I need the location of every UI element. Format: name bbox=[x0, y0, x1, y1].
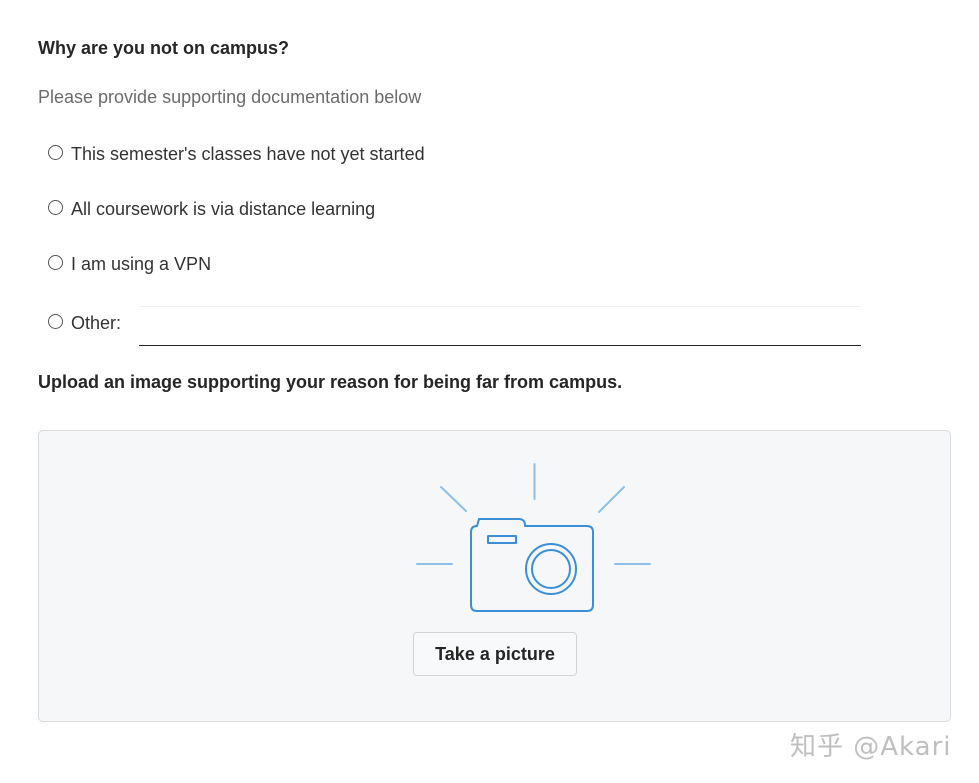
radio-button[interactable] bbox=[48, 313, 63, 329]
take-picture-button[interactable]: Take a picture bbox=[413, 632, 577, 676]
upload-title: Upload an image supporting your reason f… bbox=[38, 372, 623, 392]
radio-button[interactable] bbox=[48, 144, 63, 160]
option-label: I am using a VPN bbox=[71, 253, 212, 274]
option-other[interactable]: Other: bbox=[48, 311, 121, 335]
option-label: All coursework is via distance learning bbox=[71, 198, 376, 219]
question-title: Why are you not on campus? bbox=[38, 38, 290, 58]
radio-button[interactable] bbox=[48, 254, 63, 270]
option-classes-not-started[interactable]: This semester's classes have not yet sta… bbox=[48, 142, 425, 166]
image-upload-dropzone[interactable]: Take a picture bbox=[38, 430, 951, 722]
option-distance-learning[interactable]: All coursework is via distance learning bbox=[48, 197, 375, 221]
radio-button[interactable] bbox=[48, 199, 63, 215]
option-label: Other: bbox=[71, 312, 122, 333]
camera-icon bbox=[409, 459, 659, 619]
option-using-vpn[interactable]: I am using a VPN bbox=[48, 252, 211, 276]
other-text-input[interactable] bbox=[139, 306, 861, 346]
watermark: 知乎 @Akari bbox=[790, 732, 952, 762]
question-subtitle: Please provide supporting documentation … bbox=[38, 87, 422, 107]
option-label: This semester's classes have not yet sta… bbox=[71, 143, 425, 164]
